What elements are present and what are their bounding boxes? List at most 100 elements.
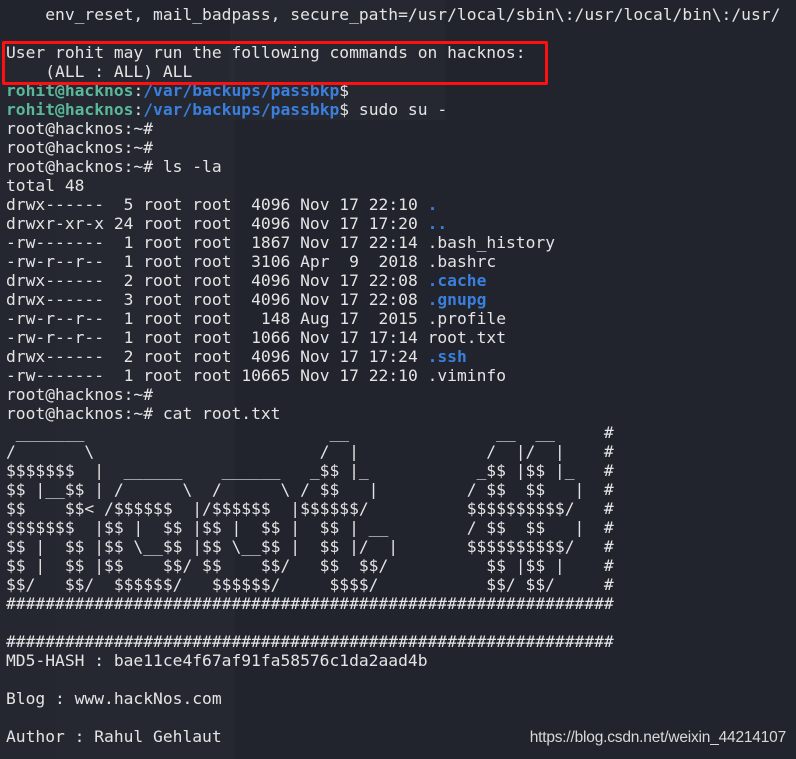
file-date: Nov 17 22:14 (300, 233, 418, 252)
file-owner: root (143, 309, 183, 328)
banner-line: $$ | $$ |$$ \__$$ |$$ \__$$ | $$ |/ | $$… (6, 537, 614, 556)
file-name: .viminfo (427, 366, 506, 385)
file-date: Nov 17 17:20 (300, 214, 418, 233)
file-size: 4096 (251, 214, 291, 233)
prompt-path: /var/backups/passbkp (143, 100, 340, 119)
file-permissions: drwx------ (6, 290, 105, 309)
file-size: 4096 (251, 195, 291, 214)
file-permissions: -rw------- (6, 233, 105, 252)
link-count: 2 (123, 347, 134, 366)
ascii-banner: _______ __ __ __ # / \ / | / |/ | # $$$$… (6, 423, 780, 613)
file-group: root (192, 328, 232, 347)
link-count: 3 (123, 290, 134, 309)
listing-row: -rw-r--r-- 1 root root 3106 Apr 9 2018 .… (6, 252, 780, 271)
prompt-user-host: rohit@hacknos (6, 100, 134, 119)
file-name: . (427, 195, 438, 214)
listing-row: drwx------ 3 root root 4096 Nov 17 22:08… (6, 290, 780, 309)
file-group: root (192, 195, 232, 214)
file-owner: root (143, 195, 183, 214)
command-text: sudo su - (349, 100, 448, 119)
root-prompt-line: root@hacknos:~# (6, 138, 154, 157)
file-name: .gnupg (427, 290, 487, 309)
ls-command-line: root@hacknos:~# ls -la (6, 157, 780, 176)
file-permissions: -rw-r--r-- (6, 309, 105, 328)
banner-line: _______ __ __ __ # (6, 423, 614, 442)
file-group: root (192, 309, 232, 328)
watermark: https://blog.csdn.net/weixin_44214107 (529, 729, 786, 746)
file-size: 3106 (251, 252, 291, 271)
link-count: 1 (123, 233, 134, 252)
file-date: Nov 17 22:10 (300, 195, 418, 214)
file-group: root (192, 271, 232, 290)
file-name: .cache (427, 271, 487, 290)
file-group: root (192, 366, 232, 385)
file-owner: root (143, 290, 183, 309)
banner-line: $$ $$< /$$$$$$ |/$$$$$$ |$$$$$$/ $$$$$$$… (6, 499, 614, 518)
file-date: Aug 17 2015 (300, 309, 418, 328)
command-text: cat root.txt (153, 404, 281, 423)
file-date: Nov 17 22:08 (300, 290, 418, 309)
banner-line: $$$$$$$ |$$ | $$ |$$ | $$ | $$ | __ / $$… (6, 518, 614, 537)
file-owner: root (143, 252, 183, 271)
link-count: 1 (123, 252, 134, 271)
file-group: root (192, 233, 232, 252)
file-size: 1867 (251, 233, 291, 252)
file-group: root (192, 290, 232, 309)
file-permissions: -rw-r--r-- (6, 252, 105, 271)
file-name: .ssh (427, 347, 467, 366)
file-group: root (192, 252, 232, 271)
file-date: Nov 17 22:10 (300, 366, 418, 385)
listing-row: -rw-r--r-- 1 root root 1066 Nov 17 17:14… (6, 328, 780, 347)
file-permissions: drwxr-xr-x (6, 214, 105, 233)
listing-row: drwx------ 2 root root 4096 Nov 17 22:08… (6, 271, 780, 290)
file-permissions: drwx------ (6, 271, 105, 290)
file-owner: root (143, 328, 183, 347)
file-size: 4096 (251, 271, 291, 290)
banner-line: / \ / | / |/ | # (6, 442, 614, 461)
listing-row: -rw------- 1 root root 1867 Nov 17 22:14… (6, 233, 780, 252)
link-count: 1 (123, 366, 134, 385)
file-group: root (192, 347, 232, 366)
root-prompt-line: root@hacknos:~# (6, 119, 154, 138)
root-prompt: root@hacknos:~# (6, 157, 154, 176)
prompt-symbol: $ (339, 100, 350, 119)
file-name: .bashrc (427, 252, 497, 271)
file-date: Nov 17 22:08 (300, 271, 418, 290)
sudo-defaults-line: env_reset, mail_badpass, secure_path=/us… (6, 5, 781, 24)
prompt-separator: : (133, 100, 144, 119)
file-owner: root (143, 271, 183, 290)
file-name: .profile (427, 309, 506, 328)
terminal-output: env_reset, mail_badpass, secure_path=/us… (6, 5, 780, 746)
link-count: 2 (123, 271, 134, 290)
file-date: Apr 9 2018 (300, 252, 418, 271)
listing-row: drwxr-xr-x 24 root root 4096 Nov 17 17:2… (6, 214, 780, 233)
file-owner: root (143, 366, 183, 385)
root-prompt-line: root@hacknos:~# (6, 385, 154, 404)
link-count: 5 (123, 195, 134, 214)
file-size: 148 (260, 309, 291, 328)
file-permissions: -rw------- (6, 366, 105, 385)
file-group: root (192, 214, 232, 233)
file-size: 4096 (251, 290, 291, 309)
banner-line: $$ | $$ |$$ $$/ $$ $$/ $$ $$/ $$ |$$ | # (6, 556, 614, 575)
file-name: root.txt (427, 328, 506, 347)
root-prompt: root@hacknos:~# (6, 404, 154, 423)
banner-line: $$/ $$/ $$$$$$/ $$$$$$/ $$$$/ $$/ $$/ # (6, 575, 614, 594)
blog-line: Blog : www.hackNos.com (6, 689, 222, 708)
listing-row: -rw------- 1 root root 10665 Nov 17 22:1… (6, 366, 780, 385)
banner-line: ########################################… (6, 594, 614, 613)
highlight-box (2, 41, 548, 85)
file-permissions: drwx------ (6, 347, 105, 366)
file-permissions: drwx------ (6, 195, 105, 214)
file-permissions: -rw-r--r-- (6, 328, 105, 347)
file-owner: root (143, 233, 183, 252)
file-date: Nov 17 17:14 (300, 328, 418, 347)
listing-total: total 48 (6, 176, 85, 195)
file-owner: root (143, 347, 183, 366)
listing-row: drwx------ 5 root root 4096 Nov 17 22:10… (6, 195, 780, 214)
md5-hash-line: MD5-HASH : bae11ce4f67af91fa58576c1da2aa… (6, 651, 428, 670)
link-count: 1 (123, 309, 134, 328)
